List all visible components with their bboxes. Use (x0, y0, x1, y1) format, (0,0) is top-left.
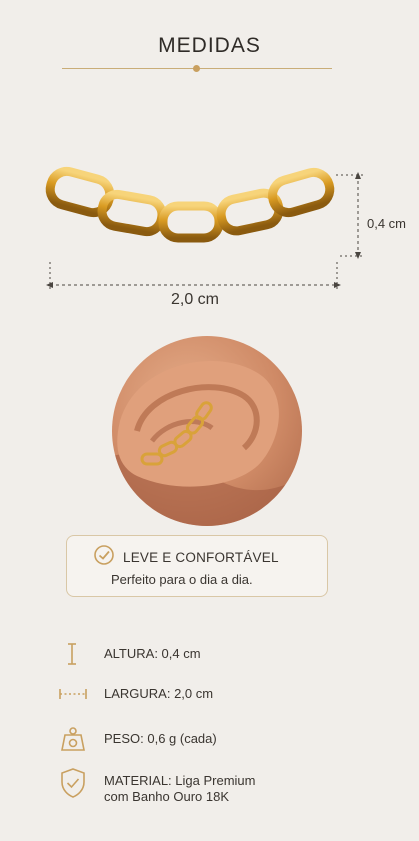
check-circle-icon (94, 545, 114, 565)
spec-material-text: MATERIAL: Liga Premium com Banho Ouro 18… (104, 773, 255, 805)
feature-card: LEVE E CONFORTÁVEL Perfeito para o dia a… (66, 535, 328, 597)
height-icon (68, 643, 76, 665)
spec-width-text: LARGURA: 2,0 cm (104, 686, 214, 701)
spec-weight: PESO: 0,6 g (cada) (0, 724, 419, 754)
weight-icon (61, 727, 85, 751)
ear-photo (112, 336, 302, 526)
feature-title: LEVE E CONFORTÁVEL (123, 550, 279, 565)
spec-weight-text: PESO: 0,6 g (cada) (104, 731, 217, 746)
height-dimension-label: 0,4 cm (367, 216, 407, 231)
dimension-lines (46, 172, 364, 290)
width-icon (59, 689, 87, 699)
feature-subtitle: Perfeito para o dia a dia. (111, 572, 253, 587)
spec-height: ALTURA: 0,4 cm (0, 639, 419, 669)
spec-material: MATERIAL: Liga Premium com Banho Ouro 18… (0, 766, 419, 806)
width-dimension-label: 2,0 cm (170, 291, 219, 308)
spec-width: LARGURA: 2,0 cm (0, 679, 419, 709)
spec-height-text: ALTURA: 0,4 cm (104, 646, 201, 661)
spec-material-line2: com Banho Ouro 18K (104, 789, 230, 804)
shield-check-icon (61, 768, 85, 798)
spec-material-line1: MATERIAL: Liga Premium (104, 773, 256, 788)
